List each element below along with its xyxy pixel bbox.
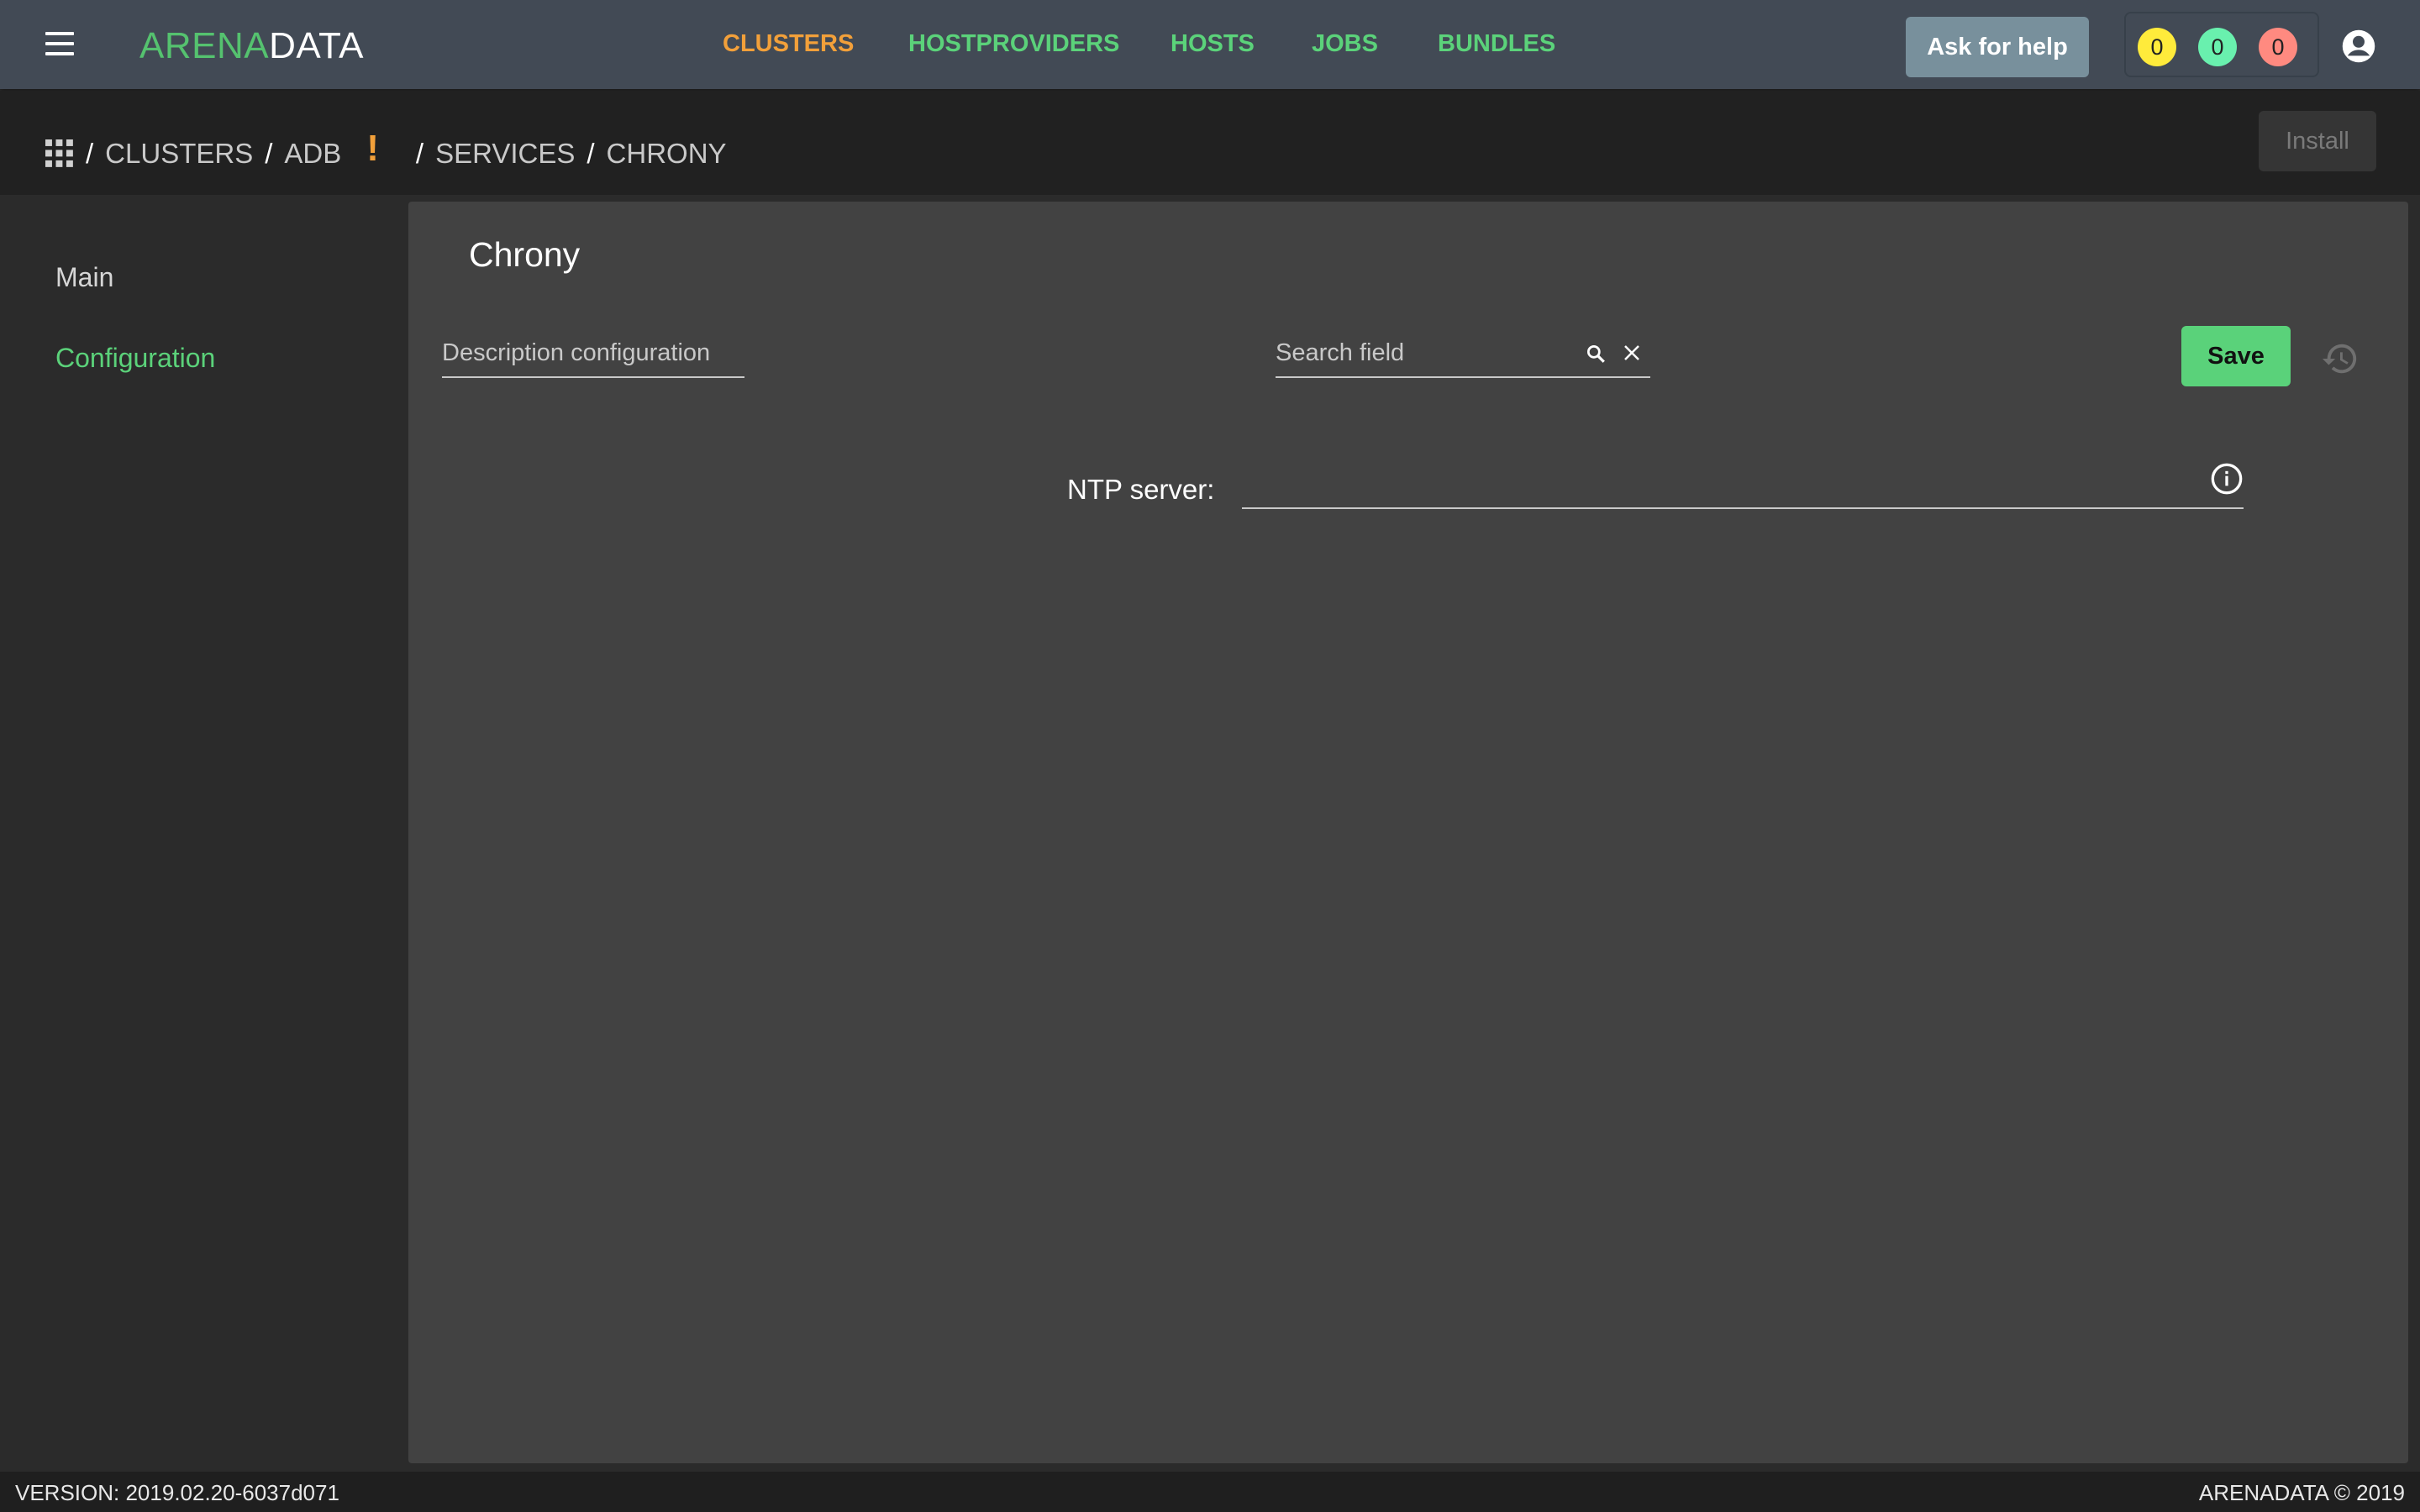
counter-running[interactable]: 0 (2138, 28, 2176, 66)
search-field[interactable] (1276, 329, 1650, 378)
breadcrumb-clusters[interactable]: CLUSTERS (105, 138, 253, 170)
footer: VERSION: 2019.02.20-6037d071 ARENADATA ©… (0, 1472, 2420, 1512)
search-icon[interactable] (1585, 343, 1607, 365)
top-bar: ARENADATA CLUSTERS HOSTPROVIDERS HOSTS J… (0, 0, 2420, 89)
ask-for-help-button[interactable]: Ask for help (1906, 17, 2089, 77)
breadcrumb-separator: / (415, 138, 424, 169)
counter-failed[interactable]: 0 (2259, 28, 2297, 66)
info-icon[interactable] (2210, 462, 2244, 496)
job-counters: 0 0 0 (2124, 12, 2319, 77)
copyright-text: ARENADATA © 2019 (2198, 1480, 2405, 1505)
breadcrumb-services[interactable]: SERVICES (435, 138, 575, 170)
menu-icon[interactable] (40, 25, 79, 64)
breadcrumb-separator: / (265, 138, 273, 169)
nav-hostproviders[interactable]: HOSTPROVIDERS (908, 30, 1119, 58)
warning-icon[interactable]: ! (366, 128, 379, 170)
close-icon[interactable] (1622, 343, 1642, 363)
breadcrumb-chrony: CHRONY (606, 138, 727, 169)
ntp-server-input[interactable] (1242, 454, 2186, 506)
description-input[interactable] (442, 329, 744, 376)
nav-jobs[interactable]: JOBS (1312, 30, 1378, 58)
breadcrumb-adb[interactable]: ADB (284, 138, 341, 170)
sidebar-item-main[interactable]: Main (55, 262, 113, 293)
sidebar-item-configuration[interactable]: Configuration (55, 343, 215, 374)
nav-clusters[interactable]: CLUSTERS (723, 30, 854, 58)
search-input[interactable] (1276, 329, 1561, 376)
ntp-server-label: NTP server: (1067, 474, 1215, 505)
page-title: Chrony (469, 235, 581, 274)
logo-part-arena: ARENA (139, 25, 270, 66)
nav-bundles[interactable]: BUNDLES (1438, 30, 1555, 58)
account-icon[interactable] (2341, 29, 2376, 64)
sidebar: Main Configuration (0, 195, 407, 1472)
ntp-server-field[interactable] (1242, 454, 2244, 509)
counter-success[interactable]: 0 (2198, 28, 2237, 66)
history-icon[interactable] (2321, 339, 2360, 378)
description-field[interactable] (442, 329, 744, 378)
nav-hosts[interactable]: HOSTS (1171, 30, 1255, 58)
apps-grid-icon[interactable] (45, 139, 74, 168)
breadcrumb-separator: / (587, 138, 595, 169)
version-text: VERSION: 2019.02.20-6037d071 (15, 1480, 339, 1505)
config-panel: Chrony Save NTP server: (408, 202, 2408, 1463)
breadcrumb-separator: / (86, 138, 94, 169)
breadcrumb-bar: / CLUSTERS / ADB ! / SERVICES / CHRONY I… (0, 91, 2420, 195)
logo-part-data: DATA (269, 25, 364, 66)
install-button[interactable]: Install (2259, 111, 2376, 171)
breadcrumb: / CLUSTERS / ADB ! / SERVICES / CHRONY (45, 128, 727, 175)
logo[interactable]: ARENADATA (139, 25, 364, 67)
save-button[interactable]: Save (2181, 326, 2291, 386)
